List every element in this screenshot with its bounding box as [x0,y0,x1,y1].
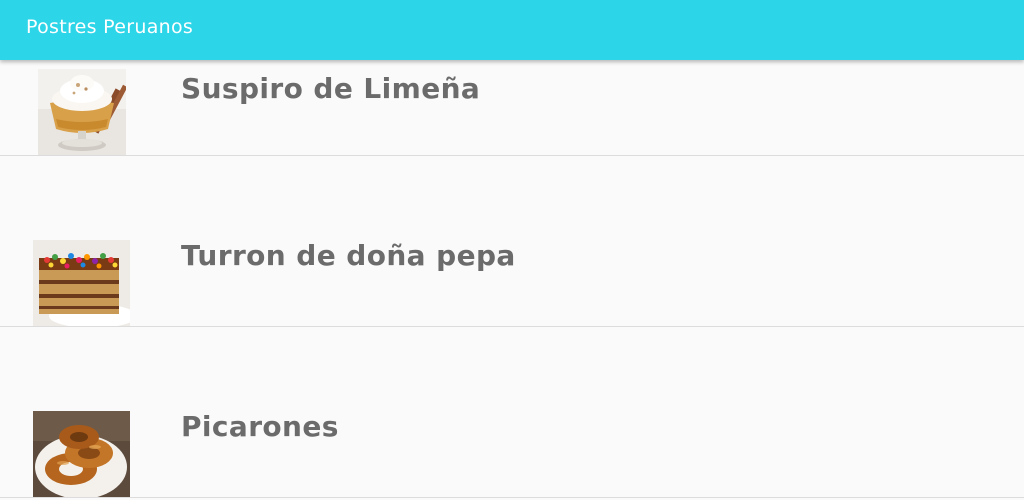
item-label: Suspiro de Limeña [181,72,481,105]
list-item-suspiro[interactable]: Suspiro de Limeña [0,60,1024,156]
list-item-picarones[interactable]: Picarones [0,327,1024,498]
picarones-image [33,411,130,497]
suspiro-image [38,69,126,155]
picarones-thumbnail [33,411,130,497]
item-label: Turron de doña pepa [181,239,516,272]
suspiro-thumbnail [38,69,126,155]
item-label: Picarones [181,410,339,443]
list-item-turron[interactable]: Turron de doña pepa [0,156,1024,327]
app-bar: Postres Peruanos [0,0,1024,60]
turron-image [33,240,130,326]
app-title: Postres Peruanos [26,16,194,38]
dessert-list[interactable]: Suspiro de Limeña Turron de doña pepa Pi… [0,60,1024,500]
turron-thumbnail [33,240,130,326]
app-screen: Postres Peruanos Suspiro de Limeña Turro… [0,0,1024,500]
